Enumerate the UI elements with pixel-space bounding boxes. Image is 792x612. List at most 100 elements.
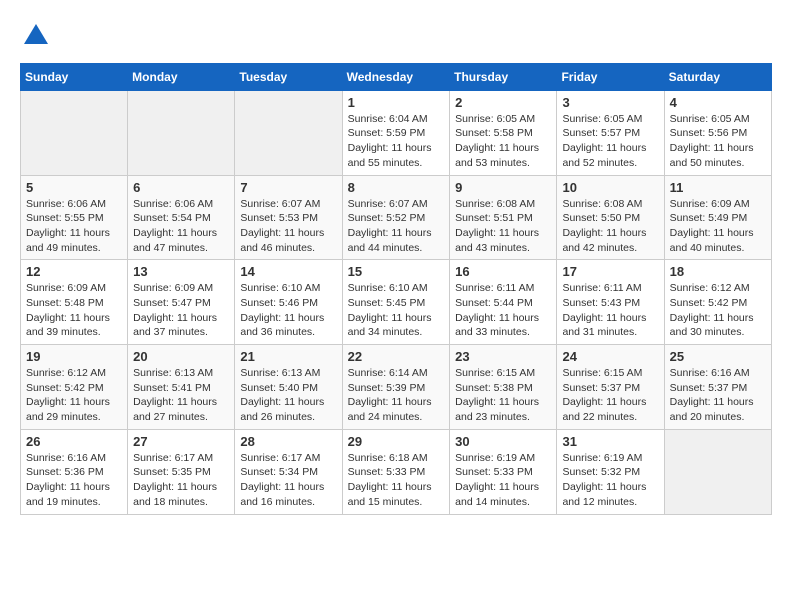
day-number: 9: [455, 180, 551, 195]
calendar-cell: 20Sunrise: 6:13 AM Sunset: 5:41 PM Dayli…: [128, 345, 235, 430]
calendar-cell: 24 Sunrise: 6:15 AM Sunset: 5:37 PM Dayli…: [557, 345, 664, 430]
calendar-cell: 16 Sunrise: 6:11 AM Sunset: 5:44 PM Dayli…: [450, 260, 557, 345]
calendar-cell: [235, 90, 342, 175]
day-info: Sunrise: 6:08 AM Sunset: 5:51 PM Dayligh…: [455, 197, 551, 256]
calendar-cell: 14 Sunrise: 6:10 AM Sunset: 5:46 PM Dayli…: [235, 260, 342, 345]
day-number: 13: [133, 264, 229, 279]
calendar-cell: [21, 90, 128, 175]
day-number: 17: [562, 264, 658, 279]
day-info: Sunrise: 6:06 AM Sunset: 5:54 PM Dayligh…: [133, 197, 229, 256]
calendar-cell: 7Sunrise: 6:07 AM Sunset: 5:53 PM Daylig…: [235, 175, 342, 260]
calendar-cell: 11Sunrise: 6:09 AM Sunset: 5:49 PM Dayli…: [664, 175, 771, 260]
day-info: Sunrise: 6:11 AM Sunset: 5:44 PM Dayligh…: [455, 281, 551, 340]
calendar-cell: [128, 90, 235, 175]
weekday-header: Sunday: [21, 63, 128, 90]
calendar-week-row: 19Sunrise: 6:12 AM Sunset: 5:42 PM Dayli…: [21, 345, 772, 430]
calendar-week-row: 5 Sunrise: 6:06 AM Sunset: 5:55 PM Daylig…: [21, 175, 772, 260]
calendar-cell: 5 Sunrise: 6:06 AM Sunset: 5:55 PM Daylig…: [21, 175, 128, 260]
day-info: Sunrise: 6:04 AM Sunset: 5:59 PM Dayligh…: [348, 112, 445, 171]
day-info: Sunrise: 6:07 AM Sunset: 5:52 PM Dayligh…: [348, 197, 445, 256]
day-number: 14: [240, 264, 336, 279]
calendar-week-row: 12 Sunrise: 6:09 AM Sunset: 5:48 PM Dayli…: [21, 260, 772, 345]
weekday-header-row: SundayMondayTuesdayWednesdayThursdayFrid…: [21, 63, 772, 90]
weekday-header: Tuesday: [235, 63, 342, 90]
calendar-cell: 21 Sunrise: 6:13 AM Sunset: 5:40 PM Dayli…: [235, 345, 342, 430]
day-info: Sunrise: 6:10 AM Sunset: 5:46 PM Dayligh…: [240, 281, 336, 340]
day-info: Sunrise: 6:14 AM Sunset: 5:39 PM Dayligh…: [348, 366, 445, 425]
calendar-cell: [664, 429, 771, 514]
logo-icon: [22, 20, 50, 48]
day-number: 31: [562, 434, 658, 449]
day-info: Sunrise: 6:15 AM Sunset: 5:38 PM Dayligh…: [455, 366, 551, 425]
day-number: 6: [133, 180, 229, 195]
day-info: Sunrise: 6:06 AM Sunset: 5:55 PM Dayligh…: [26, 197, 122, 256]
day-number: 22: [348, 349, 445, 364]
day-number: 1: [348, 95, 445, 110]
day-number: 21: [240, 349, 336, 364]
calendar-cell: 19Sunrise: 6:12 AM Sunset: 5:42 PM Dayli…: [21, 345, 128, 430]
calendar-cell: 22 Sunrise: 6:14 AM Sunset: 5:39 PM Dayli…: [342, 345, 450, 430]
day-info: Sunrise: 6:09 AM Sunset: 5:47 PM Dayligh…: [133, 281, 229, 340]
day-info: Sunrise: 6:12 AM Sunset: 5:42 PM Dayligh…: [670, 281, 766, 340]
day-number: 8: [348, 180, 445, 195]
calendar-cell: 1 Sunrise: 6:04 AM Sunset: 5:59 PM Daylig…: [342, 90, 450, 175]
weekday-header: Friday: [557, 63, 664, 90]
calendar-cell: 23 Sunrise: 6:15 AM Sunset: 5:38 PM Dayli…: [450, 345, 557, 430]
day-number: 10: [562, 180, 658, 195]
day-info: Sunrise: 6:19 AM Sunset: 5:33 PM Dayligh…: [455, 451, 551, 510]
weekday-header: Wednesday: [342, 63, 450, 90]
calendar-cell: 9 Sunrise: 6:08 AM Sunset: 5:51 PM Daylig…: [450, 175, 557, 260]
calendar-cell: 30 Sunrise: 6:19 AM Sunset: 5:33 PM Dayli…: [450, 429, 557, 514]
day-number: 2: [455, 95, 551, 110]
day-info: Sunrise: 6:09 AM Sunset: 5:49 PM Dayligh…: [670, 197, 766, 256]
calendar-cell: 3 Sunrise: 6:05 AM Sunset: 5:57 PM Daylig…: [557, 90, 664, 175]
day-number: 25: [670, 349, 766, 364]
day-number: 15: [348, 264, 445, 279]
day-number: 18: [670, 264, 766, 279]
day-info: Sunrise: 6:17 AM Sunset: 5:35 PM Dayligh…: [133, 451, 229, 510]
weekday-header: Monday: [128, 63, 235, 90]
calendar-cell: 31 Sunrise: 6:19 AM Sunset: 5:32 PM Dayli…: [557, 429, 664, 514]
calendar-table: SundayMondayTuesdayWednesdayThursdayFrid…: [20, 63, 772, 515]
weekday-header: Thursday: [450, 63, 557, 90]
day-number: 16: [455, 264, 551, 279]
day-number: 24: [562, 349, 658, 364]
day-number: 23: [455, 349, 551, 364]
calendar-cell: 18 Sunrise: 6:12 AM Sunset: 5:42 PM Dayli…: [664, 260, 771, 345]
day-info: Sunrise: 6:19 AM Sunset: 5:32 PM Dayligh…: [562, 451, 658, 510]
weekday-header: Saturday: [664, 63, 771, 90]
day-info: Sunrise: 6:16 AM Sunset: 5:36 PM Dayligh…: [26, 451, 122, 510]
calendar-cell: 8 Sunrise: 6:07 AM Sunset: 5:52 PM Daylig…: [342, 175, 450, 260]
calendar-cell: 10 Sunrise: 6:08 AM Sunset: 5:50 PM Dayli…: [557, 175, 664, 260]
day-info: Sunrise: 6:11 AM Sunset: 5:43 PM Dayligh…: [562, 281, 658, 340]
day-number: 12: [26, 264, 122, 279]
day-number: 30: [455, 434, 551, 449]
day-info: Sunrise: 6:18 AM Sunset: 5:33 PM Dayligh…: [348, 451, 445, 510]
day-number: 5: [26, 180, 122, 195]
day-number: 20: [133, 349, 229, 364]
calendar-cell: 2 Sunrise: 6:05 AM Sunset: 5:58 PM Daylig…: [450, 90, 557, 175]
day-info: Sunrise: 6:09 AM Sunset: 5:48 PM Dayligh…: [26, 281, 122, 340]
calendar-cell: 13 Sunrise: 6:09 AM Sunset: 5:47 PM Dayli…: [128, 260, 235, 345]
day-info: Sunrise: 6:05 AM Sunset: 5:56 PM Dayligh…: [670, 112, 766, 171]
day-info: Sunrise: 6:17 AM Sunset: 5:34 PM Dayligh…: [240, 451, 336, 510]
day-number: 28: [240, 434, 336, 449]
day-number: 3: [562, 95, 658, 110]
calendar-cell: 15 Sunrise: 6:10 AM Sunset: 5:45 PM Dayli…: [342, 260, 450, 345]
calendar-cell: 6 Sunrise: 6:06 AM Sunset: 5:54 PM Daylig…: [128, 175, 235, 260]
calendar-cell: 26Sunrise: 6:16 AM Sunset: 5:36 PM Dayli…: [21, 429, 128, 514]
day-number: 27: [133, 434, 229, 449]
day-info: Sunrise: 6:13 AM Sunset: 5:40 PM Dayligh…: [240, 366, 336, 425]
day-info: Sunrise: 6:10 AM Sunset: 5:45 PM Dayligh…: [348, 281, 445, 340]
calendar-cell: 4Sunrise: 6:05 AM Sunset: 5:56 PM Daylig…: [664, 90, 771, 175]
day-info: Sunrise: 6:07 AM Sunset: 5:53 PM Dayligh…: [240, 197, 336, 256]
calendar-cell: 28 Sunrise: 6:17 AM Sunset: 5:34 PM Dayli…: [235, 429, 342, 514]
day-info: Sunrise: 6:08 AM Sunset: 5:50 PM Dayligh…: [562, 197, 658, 256]
day-info: Sunrise: 6:05 AM Sunset: 5:57 PM Dayligh…: [562, 112, 658, 171]
day-info: Sunrise: 6:12 AM Sunset: 5:42 PM Dayligh…: [26, 366, 122, 425]
calendar-week-row: 26Sunrise: 6:16 AM Sunset: 5:36 PM Dayli…: [21, 429, 772, 514]
page-header: [20, 20, 772, 53]
day-info: Sunrise: 6:05 AM Sunset: 5:58 PM Dayligh…: [455, 112, 551, 171]
day-info: Sunrise: 6:15 AM Sunset: 5:37 PM Dayligh…: [562, 366, 658, 425]
calendar-cell: 25Sunrise: 6:16 AM Sunset: 5:37 PM Dayli…: [664, 345, 771, 430]
